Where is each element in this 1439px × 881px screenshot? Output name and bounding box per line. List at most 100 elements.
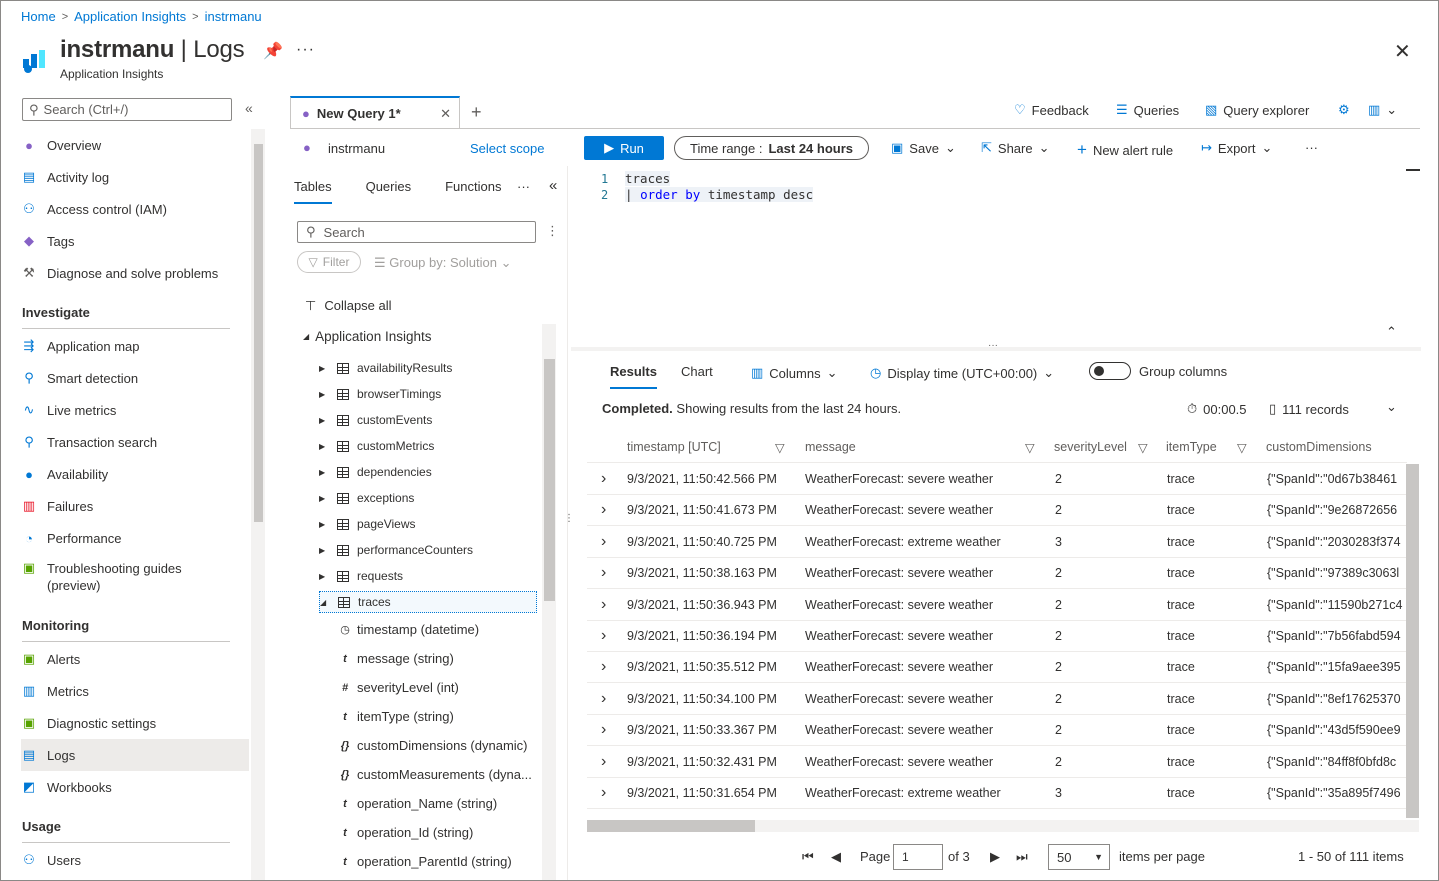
filter-icon[interactable]: ▽ xyxy=(775,440,785,455)
next-page-icon[interactable]: ▶ xyxy=(990,849,1000,865)
filter-icon[interactable]: ▽ xyxy=(1138,440,1148,455)
results-hscrollbar-thumb[interactable] xyxy=(587,820,755,832)
sidebar-item-performance[interactable]: ◔ Performance xyxy=(21,522,249,554)
breadcrumb-resource[interactable]: instrmanu xyxy=(205,9,262,24)
display-time-dropdown[interactable]: ◷ Display time (UTC+00:00) ⌄ xyxy=(870,365,1054,381)
expand-row-icon[interactable]: › xyxy=(601,753,606,771)
tab-tables[interactable]: Tables xyxy=(294,179,332,204)
sidebar-item-app-map[interactable]: ⇶ Application map xyxy=(21,330,249,362)
code-line-2[interactable]: | order by timestamp desc xyxy=(625,187,814,202)
pin-icon[interactable]: 📌 xyxy=(263,41,283,61)
sidebar-item-overview[interactable]: ● Overview xyxy=(21,129,249,161)
schema-search-input[interactable]: ⚲ Search xyxy=(297,221,536,243)
filter-icon[interactable]: ▽ xyxy=(1025,440,1035,455)
more-actions-icon[interactable]: ··· xyxy=(1305,140,1318,155)
column-item[interactable]: t operation_Name (string) xyxy=(339,796,497,811)
group-by-dropdown[interactable]: ☰ Group by: Solution ⌄ xyxy=(374,255,511,271)
sidebar-item-troubleshooting[interactable]: ▣ Troubleshooting guides (preview) xyxy=(21,556,249,596)
table-row[interactable]: › 9/3/2021, 11:50:36.943 PM WeatherForecas… xyxy=(587,590,1407,621)
close-tab-icon[interactable]: ✕ xyxy=(440,106,451,122)
prev-page-icon[interactable]: ◀ xyxy=(831,849,841,865)
sidebar-item-alerts[interactable]: ▣ Alerts xyxy=(21,643,249,675)
sidebar-item-workbooks[interactable]: ◩ Workbooks xyxy=(21,771,249,803)
feedback-button[interactable]: ♡ Feedback xyxy=(1014,102,1089,118)
table-row[interactable]: › 9/3/2021, 11:50:41.673 PM WeatherForecas… xyxy=(587,495,1407,527)
column-item[interactable]: t itemType (string) xyxy=(339,709,454,724)
table-row[interactable]: › 9/3/2021, 11:50:31.654 PM WeatherForecas… xyxy=(587,778,1407,809)
chevron-up-icon[interactable]: ⌃ xyxy=(1386,324,1397,340)
sidebar-item-transaction-search[interactable]: ⚲ Transaction search xyxy=(21,426,249,458)
sidebar-scrollbar-thumb[interactable] xyxy=(254,144,263,522)
column-item[interactable]: {} customDimensions (dynamic) xyxy=(339,738,528,753)
expand-results-icon[interactable]: ⌄ xyxy=(1386,399,1397,415)
column-item[interactable]: {} customMeasurements (dyna... xyxy=(339,767,532,782)
sidebar-item-failures[interactable]: ▥ Failures xyxy=(21,490,249,522)
new-alert-rule-button[interactable]: + New alert rule xyxy=(1077,140,1173,160)
first-page-icon[interactable]: ⏮ xyxy=(802,849,814,865)
page-input[interactable]: 1 xyxy=(893,844,943,870)
column-item[interactable]: t message (string) xyxy=(339,651,454,666)
column-item[interactable]: ◷ timestamp (datetime) xyxy=(339,622,479,637)
sidebar-item-smart-detection[interactable]: ⚲ Smart detection xyxy=(21,362,249,394)
add-tab-icon[interactable]: + xyxy=(471,102,482,123)
sidebar-item-metrics[interactable]: ▥ Metrics xyxy=(21,675,249,707)
table-row[interactable]: › 9/3/2021, 11:50:38.163 PM WeatherForecas… xyxy=(587,558,1407,590)
tab-queries[interactable]: Queries xyxy=(366,179,412,204)
column-item[interactable]: t operation_ParentId (string) xyxy=(339,854,512,869)
search-more-icon[interactable]: ⋮ xyxy=(546,223,559,239)
sidebar-item-activity-log[interactable]: ▤ Activity log xyxy=(21,161,249,193)
filter-icon[interactable]: ▽ xyxy=(1237,440,1247,455)
table-row[interactable]: › 9/3/2021, 11:50:33.367 PM WeatherForecas… xyxy=(587,715,1407,747)
panel-scrollbar-thumb[interactable] xyxy=(544,359,555,601)
table-item[interactable]: ▶ dependencies xyxy=(319,461,432,483)
header-itemtype[interactable]: itemType xyxy=(1166,440,1217,454)
queries-button[interactable]: ☰ Queries xyxy=(1116,102,1179,118)
sidebar-item-availability[interactable]: ● Availability xyxy=(21,458,249,490)
settings-icon[interactable]: ⚙ xyxy=(1338,102,1350,118)
table-row[interactable]: › 9/3/2021, 11:50:36.194 PM WeatherForecas… xyxy=(587,621,1407,652)
results-scrollbar[interactable] xyxy=(1406,464,1419,818)
expand-row-icon[interactable]: › xyxy=(601,627,606,645)
select-scope-link[interactable]: Select scope xyxy=(470,141,544,156)
breadcrumb-app-insights[interactable]: Application Insights xyxy=(74,9,186,24)
columns-button[interactable]: ▥ Columns ⌄ xyxy=(751,365,838,381)
expand-row-icon[interactable]: › xyxy=(601,721,606,739)
close-icon[interactable]: ✕ xyxy=(1394,39,1411,64)
sidebar-item-users[interactable]: ⚇ Users xyxy=(21,844,249,876)
query-explorer-button[interactable]: ▧ Query explorer xyxy=(1205,102,1309,118)
code-line-1[interactable]: traces xyxy=(625,171,671,186)
panel-more-icon[interactable]: ··· xyxy=(517,179,530,194)
expand-row-icon[interactable]: › xyxy=(601,658,606,676)
table-row[interactable]: › 9/3/2021, 11:50:34.100 PM WeatherForecas… xyxy=(587,684,1407,715)
expand-row-icon[interactable]: › xyxy=(601,596,606,614)
more-icon[interactable]: ··· xyxy=(296,41,315,59)
splitter-handle-icon[interactable]: ··· xyxy=(988,340,998,351)
run-button[interactable]: ▶ Run xyxy=(584,136,664,160)
expand-row-icon[interactable]: › xyxy=(601,564,606,582)
table-item[interactable]: ▶ exceptions xyxy=(319,487,414,509)
filter-button[interactable]: ▽ Filter xyxy=(297,251,361,273)
group-application-insights[interactable]: ◢ Application Insights xyxy=(303,329,431,345)
export-button[interactable]: ↦ Export ⌄ xyxy=(1201,140,1272,156)
table-item[interactable]: ▶ customMetrics xyxy=(319,435,434,457)
tab-chart[interactable]: Chart xyxy=(681,364,713,389)
header-message[interactable]: message xyxy=(805,440,856,454)
table-item[interactable]: ▶ pageViews xyxy=(319,513,416,535)
table-item[interactable]: ▶ performanceCounters xyxy=(319,539,473,561)
expand-row-icon[interactable]: › xyxy=(601,690,606,708)
time-range-button[interactable]: Time range : Last 24 hours xyxy=(674,136,869,160)
header-timestamp[interactable]: timestamp [UTC] xyxy=(627,440,721,454)
header-severity[interactable]: severityLevel xyxy=(1054,440,1127,454)
header-customdimensions[interactable]: customDimensions xyxy=(1266,440,1372,454)
sidebar-item-live-metrics[interactable]: ∿ Live metrics xyxy=(21,394,249,426)
splitter-handle-icon[interactable]: ⋮ xyxy=(564,513,574,524)
table-item[interactable]: ▶ availabilityResults xyxy=(319,357,452,379)
collapse-all-button[interactable]: ⊤ Collapse all xyxy=(305,298,392,314)
tab-functions[interactable]: Functions xyxy=(445,179,501,204)
table-item[interactable]: ▶ requests xyxy=(319,565,403,587)
per-page-select[interactable]: 50 ▼ xyxy=(1048,844,1110,870)
share-button[interactable]: ⇱ Share ⌄ xyxy=(981,140,1050,156)
table-row[interactable]: › 9/3/2021, 11:50:40.725 PM WeatherForecas… xyxy=(587,527,1407,558)
collapse-sidebar-icon[interactable]: « xyxy=(245,100,253,116)
layout-icon[interactable]: ▥ ⌄ xyxy=(1368,102,1397,118)
